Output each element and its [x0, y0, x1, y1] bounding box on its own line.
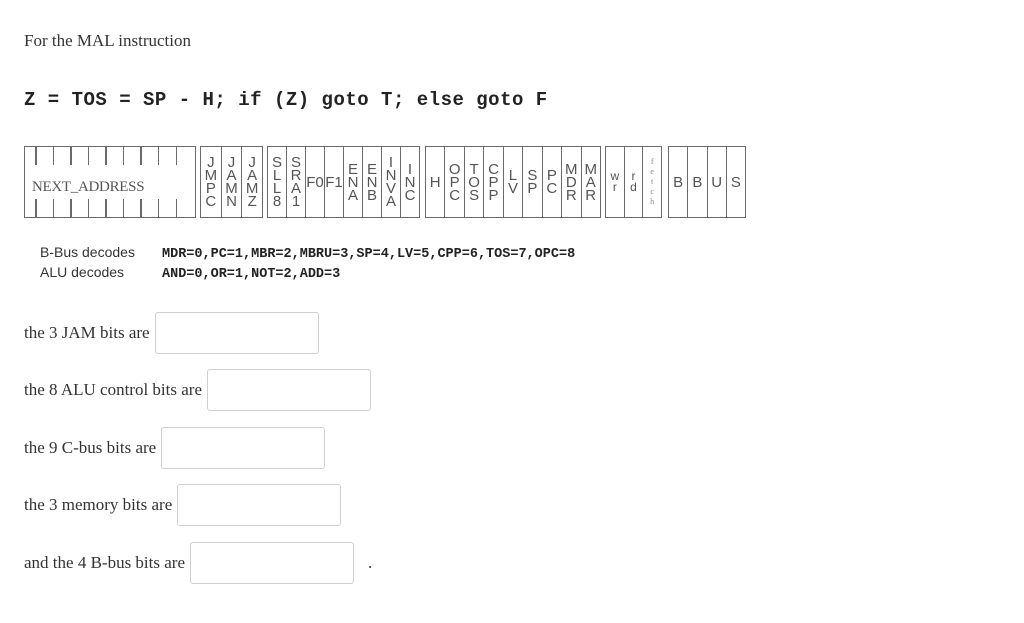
alu-bits-input[interactable] [207, 369, 371, 411]
alu-decodes-label: ALU decodes [40, 264, 125, 280]
field-cpp: CPP [484, 147, 504, 217]
field-label: MAR [584, 160, 597, 204]
cbus-field-group: H OPC TOS CPP LV SP PC MDR MAR [425, 146, 601, 218]
question-label: the 8 ALU control bits are [24, 380, 202, 399]
sentence-period: . [368, 553, 373, 572]
jam-field-group: JMPC JAMN JAMZ [200, 146, 263, 218]
field-s: S [727, 147, 745, 217]
field-label: OPC [448, 160, 461, 204]
field-jamn: JAMN [222, 147, 243, 217]
alu-decodes-row: ALU decodes AND=0,OR=1,NOT=2,ADD=3 [40, 264, 575, 284]
field-label: F0 [306, 173, 324, 191]
memory-bits-input[interactable] [177, 484, 342, 526]
bbus-decodes-row: B-Bus decodes MDR=0,PC=1,MBR=2,MBRU=3,SP… [40, 244, 575, 264]
field-label: SP [527, 167, 538, 197]
question-label: the 3 memory bits are [24, 495, 173, 514]
bbus-bits-input[interactable] [190, 542, 354, 584]
bbus-decodes-label: B-Bus decodes [40, 244, 135, 260]
bit-ticks-bottom [35, 199, 177, 217]
field-wr: wr [606, 147, 625, 217]
field-tos: TOS [465, 147, 485, 217]
field-u: U [708, 147, 727, 217]
field-label: PC [546, 167, 558, 197]
field-label: TOS [468, 160, 480, 204]
field-b: B [669, 147, 689, 217]
field-sll8: SLL8 [268, 147, 287, 217]
next-address-label: NEXT_ADDRESS [32, 179, 145, 195]
question-label: the 9 C-bus bits are [24, 438, 157, 457]
field-label: rd [630, 169, 637, 194]
microinstruction-format-diagram: NEXT_ADDRESS JMPCJAMNJAMZ S L L 8 S R A 1 F0 F1 E N… [24, 146, 749, 220]
field-label: S [730, 173, 741, 191]
field-label: JAMZ [245, 154, 259, 210]
bbus-decodes-value: MDR=0,PC=1,MBR=2,MBRU=3,SP=4,LV=5,CPP=6,… [162, 247, 576, 262]
field-label: B [692, 173, 703, 191]
mal-instruction: Z = TOS = SP - H; if (Z) goto T; else go… [24, 89, 548, 111]
field-f0: F0 [306, 147, 325, 217]
cbus-bits-input[interactable] [161, 427, 326, 469]
question-alu-bits: the 8 ALU control bits are [24, 369, 371, 411]
decodes-legend: B-Bus decodes MDR=0,PC=1,MBR=2,MBRU=3,SP… [40, 244, 575, 284]
question-jam-bits: the 3 JAM bits are [24, 312, 319, 354]
question-bbus-bits: and the 4 B-bus bits are . [24, 542, 372, 584]
jam-bits-input[interactable] [154, 312, 319, 354]
field-label: INC [404, 160, 416, 204]
field-label: SRA1 [290, 154, 302, 210]
field-label: JAMN [225, 154, 238, 210]
field-label: B [673, 173, 684, 191]
field-label: JMPC [204, 154, 218, 210]
field-label: LV [507, 167, 518, 197]
question-cbus-bits: the 9 C-bus bits are [24, 427, 326, 469]
field-opc: OPC [445, 147, 465, 217]
field-jmpc: JMPC [201, 147, 222, 217]
memory-field-group: wrrd fetch [605, 146, 662, 218]
field-b: B [688, 147, 708, 217]
bbus-field-group: BBUS [668, 146, 746, 218]
field-enb: ENB [363, 147, 382, 217]
intro-text: For the MAL instruction [24, 31, 191, 50]
alu-decodes-value: AND=0,OR=1,NOT=2,ADD=3 [162, 267, 341, 282]
bit-ticks-top [35, 147, 177, 165]
alu-field-group: S L L 8 S R A 1 F0 F1 E N A E N B I N V A I N C [267, 146, 420, 218]
field-rd: rd [625, 147, 644, 217]
field-label: F1 [325, 173, 343, 191]
question-label: the 3 JAM bits are [24, 323, 150, 342]
field-label: U [711, 173, 723, 191]
field-label: H [429, 173, 441, 191]
field-inva: INVA [382, 147, 401, 217]
field-fetch: fetch [643, 147, 661, 217]
question-memory-bits: the 3 memory bits are [24, 484, 342, 526]
next-address-field: NEXT_ADDRESS [24, 146, 196, 218]
field-h: H [426, 147, 446, 217]
field-lv: LV [504, 147, 524, 217]
field-label: wr [610, 169, 620, 194]
field-mdr: MDR [562, 147, 582, 217]
field-f1: F1 [325, 147, 344, 217]
field-label: ENA [347, 160, 359, 204]
field-label: fetch [650, 157, 655, 206]
field-ena: ENA [344, 147, 363, 217]
field-label: SLL8 [271, 154, 282, 210]
field-pc: PC [543, 147, 563, 217]
question-label: and the 4 B-bus bits are [24, 553, 185, 572]
field-label: MDR [565, 160, 578, 204]
field-sra1: SRA1 [287, 147, 306, 217]
field-label: ENB [366, 160, 378, 204]
field-inc: INC [401, 147, 419, 217]
field-jamz: JAMZ [242, 147, 262, 217]
field-sp: SP [523, 147, 543, 217]
field-label: INVA [385, 154, 397, 210]
field-label: CPP [488, 160, 499, 204]
field-mar: MAR [582, 147, 600, 217]
